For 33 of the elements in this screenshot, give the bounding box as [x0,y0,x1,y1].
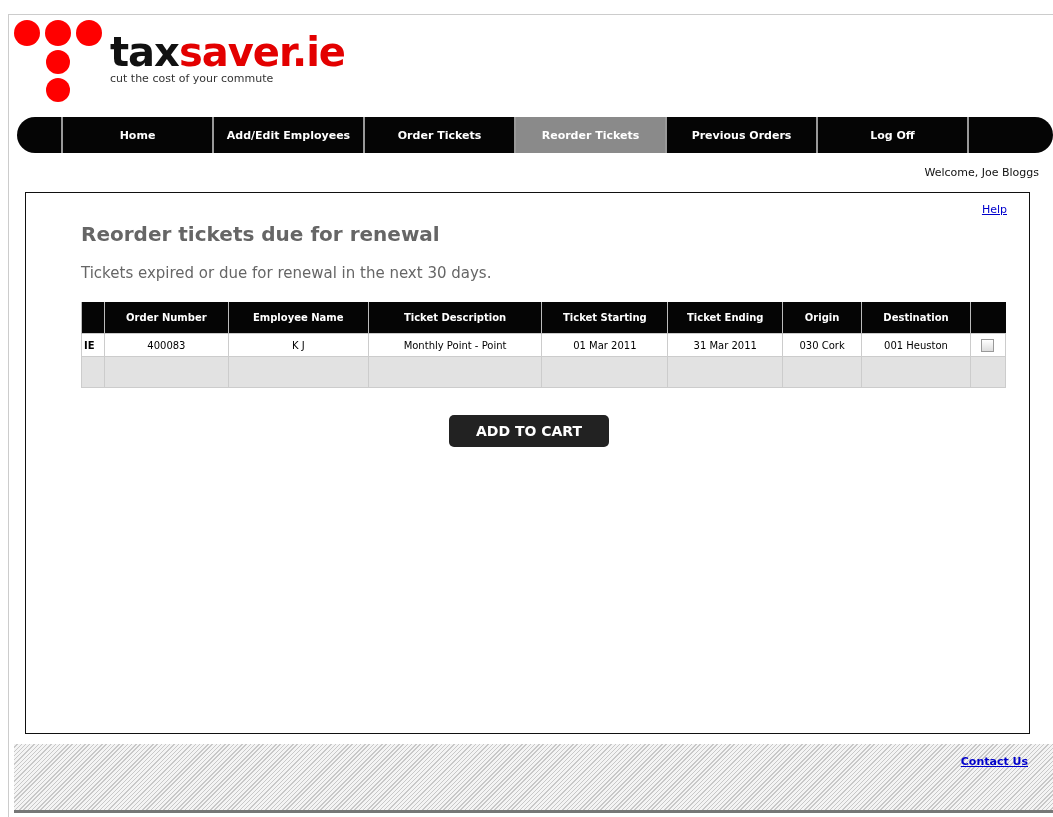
table-cell: 31 Mar 2011 [667,333,783,357]
table-cell: 001 Heuston [861,333,971,357]
column-header: Employee Name [228,302,369,334]
logo-text: taxsaver.ie [110,33,345,71]
table-cell: 01 Mar 2011 [541,333,668,357]
row-checkbox[interactable] [981,338,995,352]
nav-tab[interactable]: Previous Orders [667,117,818,153]
page-heading: Reorder tickets due for renewal [81,222,441,246]
table-cell: K J [228,333,369,357]
column-header: Ticket Starting [541,302,668,334]
header-cell [81,302,105,334]
nav-tab[interactable]: Home [63,117,214,153]
nav-tab[interactable]: Add/Edit Employees [214,117,365,153]
contact-link[interactable]: Contact Us [960,755,1028,768]
logo-tagline: cut the cost of your commute [110,72,275,85]
table-cell: 400083 [104,333,229,357]
help-link[interactable]: Help [981,203,1007,216]
nav-tab[interactable]: Log Off [818,117,969,153]
header-cell [970,302,1006,334]
table-cell: Monthly Point - Point [368,333,542,357]
column-header: Destination [861,302,971,334]
column-header: Ticket Description [368,302,542,334]
column-header: Order Number [104,302,229,334]
nav-tab[interactable]: Order Tickets [365,117,516,153]
column-header: Ticket Ending [667,302,783,334]
add-to-cart-button[interactable]: ADD TO CART [449,415,609,447]
nav-bar-end [17,117,63,153]
table-cell: 030 Cork [782,333,862,357]
page-subtitle: Tickets expired or due for renewal in the next 30 days. [81,264,493,282]
table-cell: IE [81,333,105,357]
welcome-text: Welcome, Joe Bloggs [924,166,1039,179]
column-header: Origin [782,302,862,334]
logo-icon [14,20,102,102]
